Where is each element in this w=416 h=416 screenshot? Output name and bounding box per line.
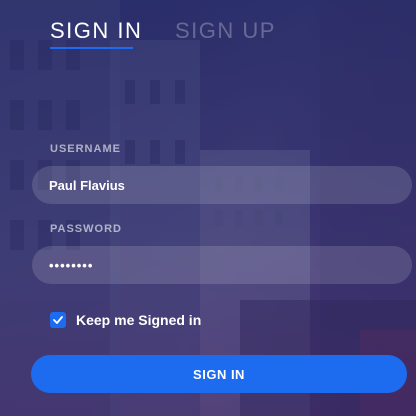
username-field[interactable] xyxy=(32,166,412,204)
password-label: PASSWORD xyxy=(50,223,122,235)
sign-in-form-panel: SIGN IN SIGN UP USERNAME PASSWORD Keep m… xyxy=(0,0,416,416)
tab-sign-in[interactable]: SIGN IN xyxy=(50,18,142,44)
remember-me-checkbox[interactable]: Keep me Signed in xyxy=(50,311,201,329)
username-label: USERNAME xyxy=(50,143,121,155)
active-tab-indicator xyxy=(50,47,133,49)
sign-in-button[interactable]: SIGN IN xyxy=(31,355,407,393)
tab-sign-up[interactable]: SIGN UP xyxy=(175,18,276,44)
check-icon xyxy=(53,316,63,324)
remember-me-label: Keep me Signed in xyxy=(76,312,202,328)
password-field[interactable] xyxy=(32,246,412,284)
checkbox-box[interactable] xyxy=(50,312,66,328)
